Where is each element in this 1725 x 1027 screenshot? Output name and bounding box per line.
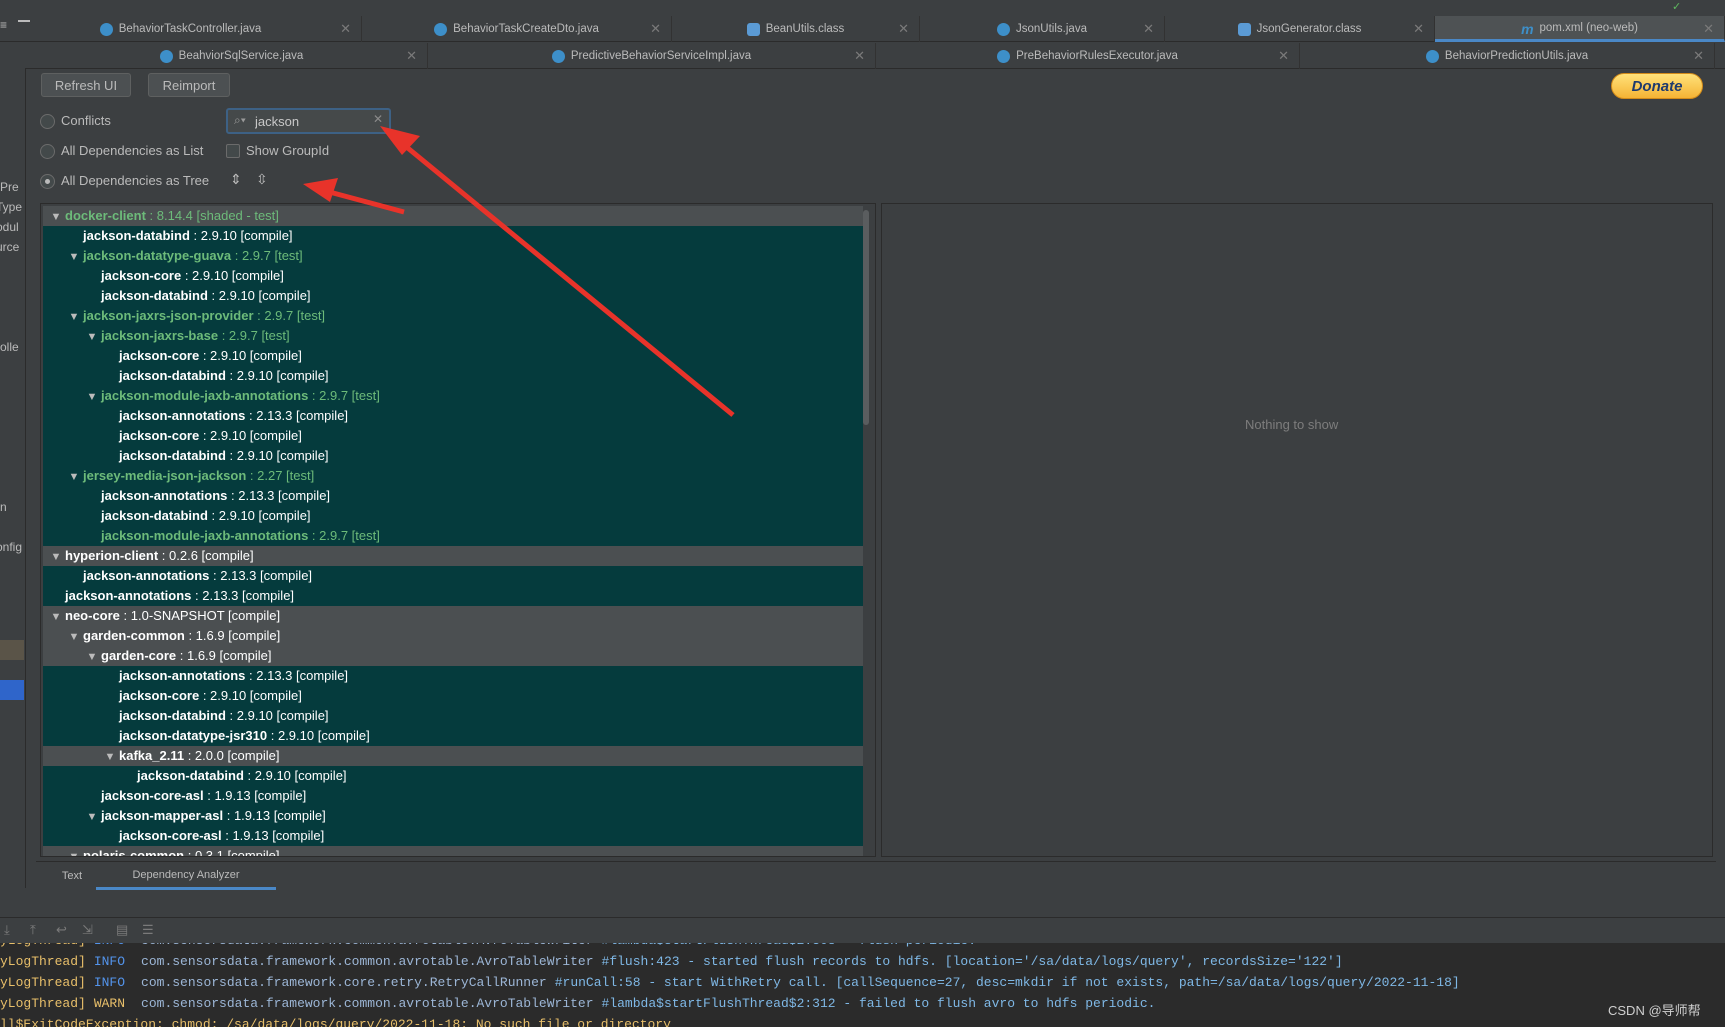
watermark: CSDN @导师帮 <box>1608 1003 1701 1018</box>
arrow-to-tree-option <box>321 187 405 215</box>
arrow-to-search <box>396 138 735 417</box>
annotation-arrows <box>303 126 735 417</box>
arrow-head-tree-icon <box>303 178 338 202</box>
